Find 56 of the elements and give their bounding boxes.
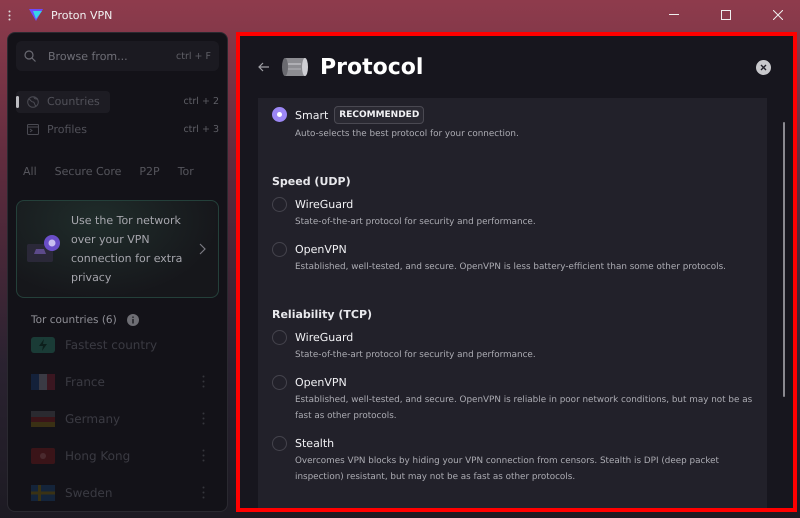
panel-title: Protocol	[320, 54, 424, 80]
option-label: Stealth	[295, 436, 334, 450]
radio-button[interactable]	[272, 436, 287, 451]
filter-tab[interactable]: All	[23, 165, 37, 178]
section-title: Tor countries (6)	[31, 314, 117, 326]
radio-button[interactable]	[272, 375, 287, 390]
globe-icon	[27, 96, 39, 108]
option-label: Smart	[295, 108, 328, 122]
maximize-icon[interactable]	[721, 10, 731, 20]
radio-button[interactable]	[272, 197, 287, 212]
option-description: Auto-selects the best protocol for your connection.	[295, 128, 520, 141]
filter-tab[interactable]: Secure Core	[54, 165, 122, 178]
flag-icon	[31, 410, 55, 426]
option-label: WireGuard	[295, 330, 354, 344]
minimize-icon[interactable]	[669, 14, 679, 16]
flag-icon	[31, 374, 55, 390]
close-icon[interactable]	[773, 10, 783, 20]
window-title: Proton VPN	[51, 8, 112, 22]
option-description: Established, well-tested, and secure. OpenVPN is reliable in poor network conditions, but may not be as fast as other protocols.	[295, 394, 753, 423]
cylinder-icon	[282, 57, 308, 77]
search-field[interactable]: Browse from...	[46, 48, 166, 64]
recommended-badge: RECOMMENDED	[334, 106, 424, 124]
option-description: Overcomes VPN blocks by hiding your VPN connection from censors. Stealth is DPI (deep packet inspection) resistant, but may not be as fast as other protocols.	[295, 455, 720, 484]
option-description: State-of-the-art protocol for security and performance.	[295, 349, 537, 362]
scrollbar[interactable]	[783, 122, 785, 397]
option-description: Established, well-tested, and secure. OpenVPN is less battery-efficient than some other protocols.	[295, 261, 727, 274]
promo-text: Use the Tor network over your VPN connection for extra privacy	[71, 213, 184, 286]
incognito-icon	[27, 234, 61, 264]
nav-item[interactable]: Profiles	[16, 118, 97, 140]
option-label: WireGuard	[295, 198, 354, 210]
bolt-icon	[31, 336, 55, 352]
option-label: OpenVPN	[295, 376, 347, 388]
promo-card[interactable]: Use the Tor network over your VPN connection for extra privacy	[16, 200, 219, 298]
filter-tab[interactable]: P2P	[139, 165, 160, 178]
shortcut-hint: ctrl + F	[176, 50, 211, 62]
radio-button[interactable]	[272, 330, 287, 345]
option-label: OpenVPN	[295, 242, 347, 256]
flag-icon	[31, 484, 55, 500]
radio-button[interactable]	[272, 107, 287, 122]
close-icon[interactable]	[756, 60, 771, 74]
chevron-right-icon	[199, 243, 206, 255]
terminal-icon	[27, 124, 39, 135]
back-icon[interactable]	[258, 62, 270, 72]
search-icon	[24, 50, 36, 62]
flag-icon	[31, 448, 55, 464]
radio-button[interactable]	[272, 242, 287, 257]
filter-tab[interactable]: Tor	[178, 165, 194, 178]
search-bar[interactable]: Browse from... ctrl + F	[16, 41, 219, 71]
section-heading: Reliability (TCP)	[272, 308, 374, 321]
section-heading: Speed (UDP)	[272, 175, 352, 188]
more-icon[interactable]	[8, 10, 11, 20]
logo-icon	[29, 9, 43, 21]
shortcut-hint: ctrl + 2	[183, 96, 219, 107]
option-description: State-of-the-art protocol for security and performance.	[295, 216, 537, 229]
info-icon[interactable]	[126, 314, 139, 326]
shortcut-hint: ctrl + 3	[183, 124, 219, 135]
